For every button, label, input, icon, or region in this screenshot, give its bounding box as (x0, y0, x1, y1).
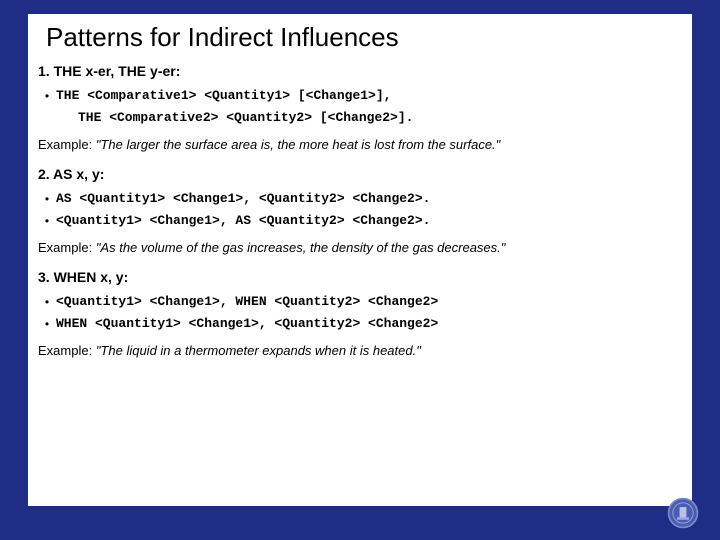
list-item: • <Quantity1> <Change1>, AS <Quantity2> … (38, 212, 692, 230)
list-item: • AS <Quantity1> <Change1>, <Quantity2> … (38, 190, 692, 208)
list-item: • <Quantity1> <Change1>, WHEN <Quantity2… (38, 293, 692, 311)
bullet-icon: • (38, 315, 56, 333)
bullet-icon: • (38, 293, 56, 311)
example-label: Example: (38, 137, 96, 152)
example-label: Example: (38, 343, 96, 358)
pattern-line-indent: THE <Comparative2> <Quantity2> [<Change2… (78, 109, 692, 127)
pattern-line: <Quantity1> <Change1>, AS <Quantity2> <C… (56, 212, 430, 230)
section-head: 2. AS x, y: (38, 166, 692, 182)
list-item: • THE <Comparative1> <Quantity1> [<Chang… (38, 87, 692, 105)
example-label: Example: (38, 240, 96, 255)
section-head: 3. WHEN x, y: (38, 269, 692, 285)
example-line: Example: "As the volume of the gas incre… (38, 240, 692, 255)
example-line: Example: "The larger the surface area is… (38, 137, 692, 152)
slide-title: Patterns for Indirect Influences (46, 22, 692, 53)
pattern-line: AS <Quantity1> <Change1>, <Quantity2> <C… (56, 190, 430, 208)
pattern-line: THE <Comparative1> <Quantity1> [<Change1… (56, 87, 391, 105)
bullet-icon: • (38, 212, 56, 230)
example-text: "As the volume of the gas increases, the… (96, 240, 506, 255)
example-text: "The liquid in a thermometer expands whe… (96, 343, 421, 358)
slide: Patterns for Indirect Influences 1. THE … (28, 14, 692, 506)
pattern-line: WHEN <Quantity1> <Change1>, <Quantity2> … (56, 315, 438, 333)
bullet-icon: • (38, 87, 56, 105)
section-head: 1. THE x-er, THE y-er: (38, 63, 692, 79)
example-line: Example: "The liquid in a thermometer ex… (38, 343, 692, 358)
seal-icon (666, 496, 700, 530)
pattern-line: <Quantity1> <Change1>, WHEN <Quantity2> … (56, 293, 438, 311)
list-item: • WHEN <Quantity1> <Change1>, <Quantity2… (38, 315, 692, 333)
bullet-icon: • (38, 190, 56, 208)
example-text: "The larger the surface area is, the mor… (96, 137, 500, 152)
